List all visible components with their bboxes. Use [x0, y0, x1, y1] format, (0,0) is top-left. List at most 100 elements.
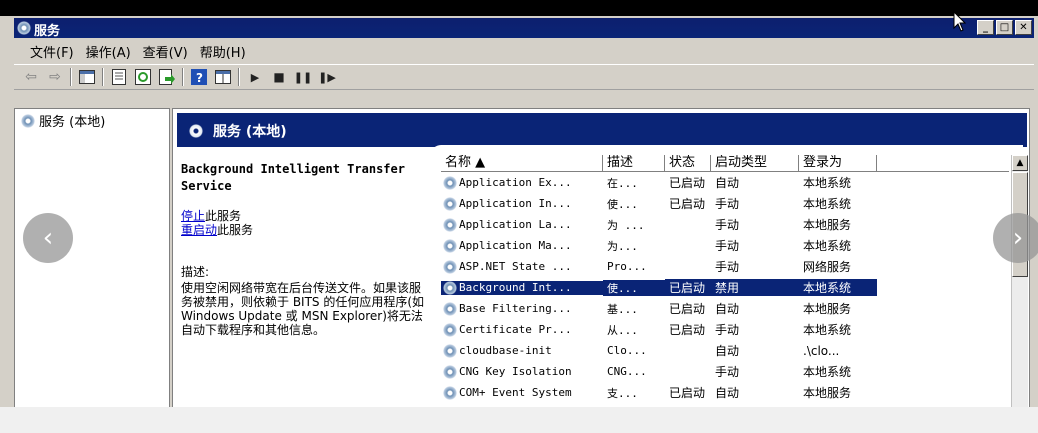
- service-startup-type-cell-text: 禁用: [715, 281, 740, 295]
- service-logon-cell: 本地服务: [799, 300, 877, 317]
- service-status-cell: 已启动: [665, 195, 711, 212]
- service-description-cell: Clo...: [603, 344, 665, 357]
- column-header-name[interactable]: 名称 ▲: [441, 155, 603, 171]
- service-gear-icon: [443, 385, 457, 400]
- column-header-description[interactable]: 描述: [603, 155, 665, 171]
- previous-arrow-button[interactable]: ‹: [23, 213, 73, 263]
- service-row[interactable]: CNG Key Isolation CNG... 手动 本地系统: [441, 361, 1009, 382]
- service-name-cell-text: Application Ma...: [459, 239, 572, 252]
- services-gear-icon: [17, 21, 31, 35]
- service-logon-cell: 本地服务: [799, 384, 877, 401]
- vertical-scrollbar[interactable]: ▲: [1011, 155, 1028, 407]
- window-controls: _ □ ✕: [977, 20, 1032, 35]
- services-window: 服务 _ □ ✕ 文件(F) 操作(A) 查看(V) 帮助(H) ⇦ ⇨ ? ▶…: [0, 16, 1038, 407]
- resume-icon[interactable]: ❚▶: [318, 68, 336, 86]
- bottom-strip: [0, 407, 1038, 433]
- stop-service-link[interactable]: 停止: [181, 209, 205, 223]
- service-startup-type-cell: 自动: [711, 174, 799, 191]
- column-header-status[interactable]: 状态: [665, 155, 711, 171]
- service-row[interactable]: COM+ Event System 支... 已启动 自动 本地服务: [441, 382, 1009, 403]
- service-gear-icon: [443, 217, 457, 232]
- show-hide-tree-icon[interactable]: [78, 68, 96, 86]
- service-description-cell: 使...: [603, 196, 665, 212]
- forward-icon[interactable]: ⇨: [46, 68, 64, 86]
- column-header-startup-type[interactable]: 启动类型: [711, 155, 799, 171]
- service-description-cell-text: 使...: [607, 281, 638, 295]
- service-row[interactable]: Application La... 为 ... 手动 本地服务: [441, 214, 1009, 235]
- service-name-cell-text: ASP.NET State ...: [459, 260, 572, 273]
- service-status-cell-text: 已启动: [669, 176, 706, 190]
- menu-action[interactable]: 操作(A): [80, 42, 137, 61]
- service-gear-icon: [443, 238, 457, 253]
- service-name-cell-text: Certificate Pr...: [459, 323, 572, 336]
- pause-icon[interactable]: ❚❚: [294, 68, 312, 86]
- view-icon[interactable]: [214, 68, 232, 86]
- service-description-cell-text: 为 ...: [607, 218, 645, 232]
- service-logon-cell: .\clo...: [799, 344, 877, 358]
- next-arrow-button[interactable]: ›: [993, 213, 1038, 263]
- menu-view[interactable]: 查看(V): [137, 42, 194, 61]
- service-description-cell: 使...: [603, 279, 665, 296]
- service-gear-icon: [443, 196, 457, 211]
- service-row[interactable]: Certificate Pr... 从... 已启动 手动 本地系统: [441, 319, 1009, 340]
- properties-icon[interactable]: [110, 68, 128, 86]
- back-icon[interactable]: ⇦: [22, 68, 40, 86]
- help-icon[interactable]: ?: [190, 68, 208, 86]
- service-row[interactable]: cloudbase-init Clo... 自动 .\clo...: [441, 340, 1009, 361]
- service-logon-cell-text: 本地系统: [803, 239, 852, 253]
- service-logon-cell-text: 本地服务: [803, 386, 852, 400]
- service-row[interactable]: ASP.NET State ... Pro... 手动 网络服务: [441, 256, 1009, 277]
- description-text: 使用空闲网络带宽在后台传送文件。如果该服务被禁用，则依赖于 BITS 的任何应用…: [181, 281, 425, 337]
- close-button[interactable]: ✕: [1015, 20, 1032, 35]
- toolbar-separator: [102, 68, 104, 86]
- stop-icon[interactable]: ■: [270, 68, 288, 86]
- selected-service-name: Background Intelligent Transfer Service: [181, 162, 405, 193]
- service-row[interactable]: Application Ma... 为... 手动 本地系统: [441, 235, 1009, 256]
- tree-item-services-local[interactable]: 服务 (本地): [21, 111, 105, 130]
- service-description-cell: 为...: [603, 238, 665, 254]
- service-row[interactable]: Application Ex... 在... 已启动 自动 本地系统: [441, 172, 1009, 193]
- service-logon-cell-text: 本地系统: [803, 281, 852, 295]
- service-startup-type-cell-text: 自动: [715, 386, 740, 400]
- service-name-cell: cloudbase-init: [441, 343, 603, 358]
- service-description-cell-text: 为...: [607, 239, 638, 253]
- service-status-cell: 已启动: [665, 321, 711, 338]
- window-title: 服务: [34, 24, 61, 39]
- service-description-panel: Background Intelligent Transfer Service …: [181, 161, 431, 337]
- service-description-cell-text: Clo...: [607, 344, 647, 357]
- play-icon[interactable]: ▶: [246, 68, 264, 86]
- mouse-cursor-icon: [953, 11, 967, 32]
- menu-file[interactable]: 文件(F): [14, 42, 80, 61]
- service-row[interactable]: Background Int... 使... 已启动 禁用 本地系统: [441, 277, 1009, 298]
- service-startup-type-cell-text: 手动: [715, 365, 740, 379]
- scroll-up-arrow-icon[interactable]: ▲: [1012, 155, 1028, 171]
- service-row[interactable]: Application In... 使... 已启动 手动 本地系统: [441, 193, 1009, 214]
- service-logon-cell: 本地系统: [799, 174, 877, 191]
- restore-button[interactable]: □: [996, 20, 1013, 35]
- minimize-button[interactable]: _: [977, 20, 994, 35]
- service-startup-type-cell-text: 手动: [715, 323, 740, 337]
- extended-tab-area: [431, 145, 1023, 155]
- stop-service-suffix: 此服务: [205, 209, 242, 223]
- service-name-cell-text: Base Filtering...: [459, 302, 572, 315]
- restart-service-link[interactable]: 重启动: [181, 223, 217, 237]
- menu-help[interactable]: 帮助(H): [194, 42, 252, 61]
- service-name-cell: Application La...: [441, 217, 603, 232]
- column-header-logon-as[interactable]: 登录为: [799, 155, 877, 171]
- service-gear-icon: [443, 175, 457, 190]
- service-startup-type-cell: 手动: [711, 363, 799, 380]
- refresh-icon[interactable]: [134, 68, 152, 86]
- restart-service-suffix: 此服务: [217, 223, 254, 237]
- title-bar[interactable]: 服务 _ □ ✕: [14, 18, 1034, 39]
- service-status-cell: 已启动: [665, 174, 711, 191]
- service-logon-cell-text: 本地系统: [803, 197, 852, 211]
- service-description-cell: 为 ...: [603, 217, 665, 233]
- service-gear-icon: [443, 343, 457, 358]
- service-row[interactable]: Base Filtering... 基... 已启动 自动 本地服务: [441, 298, 1009, 319]
- service-name-cell: Application Ex...: [441, 175, 603, 190]
- export-icon[interactable]: [158, 68, 176, 86]
- service-name-cell: Base Filtering...: [441, 301, 603, 316]
- service-name-cell-text: Background Int...: [459, 281, 572, 294]
- service-status-cell: 已启动: [665, 300, 711, 317]
- service-startup-type-cell: 手动: [711, 216, 799, 233]
